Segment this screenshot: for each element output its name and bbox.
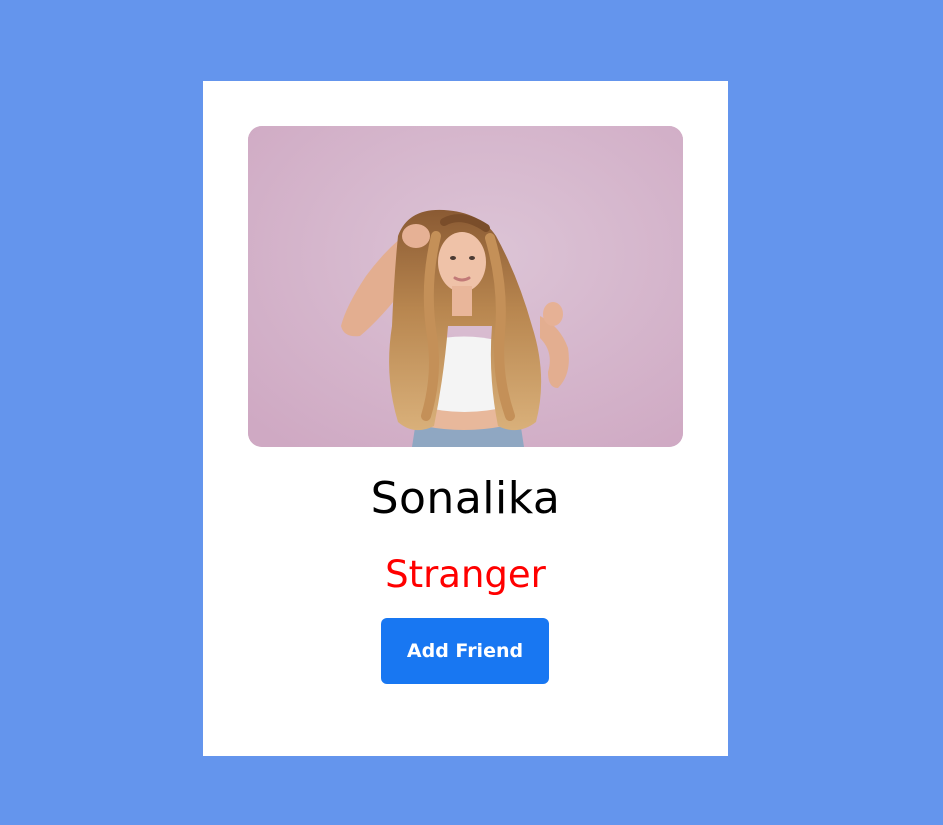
add-friend-button[interactable]: Add Friend — [381, 618, 549, 684]
profile-card: Sonalika Stranger Add Friend — [203, 81, 728, 756]
profile-photo — [248, 126, 683, 447]
profile-photo-image — [248, 126, 683, 447]
friend-status: Stranger — [385, 553, 546, 596]
profile-name: Sonalika — [370, 473, 561, 524]
